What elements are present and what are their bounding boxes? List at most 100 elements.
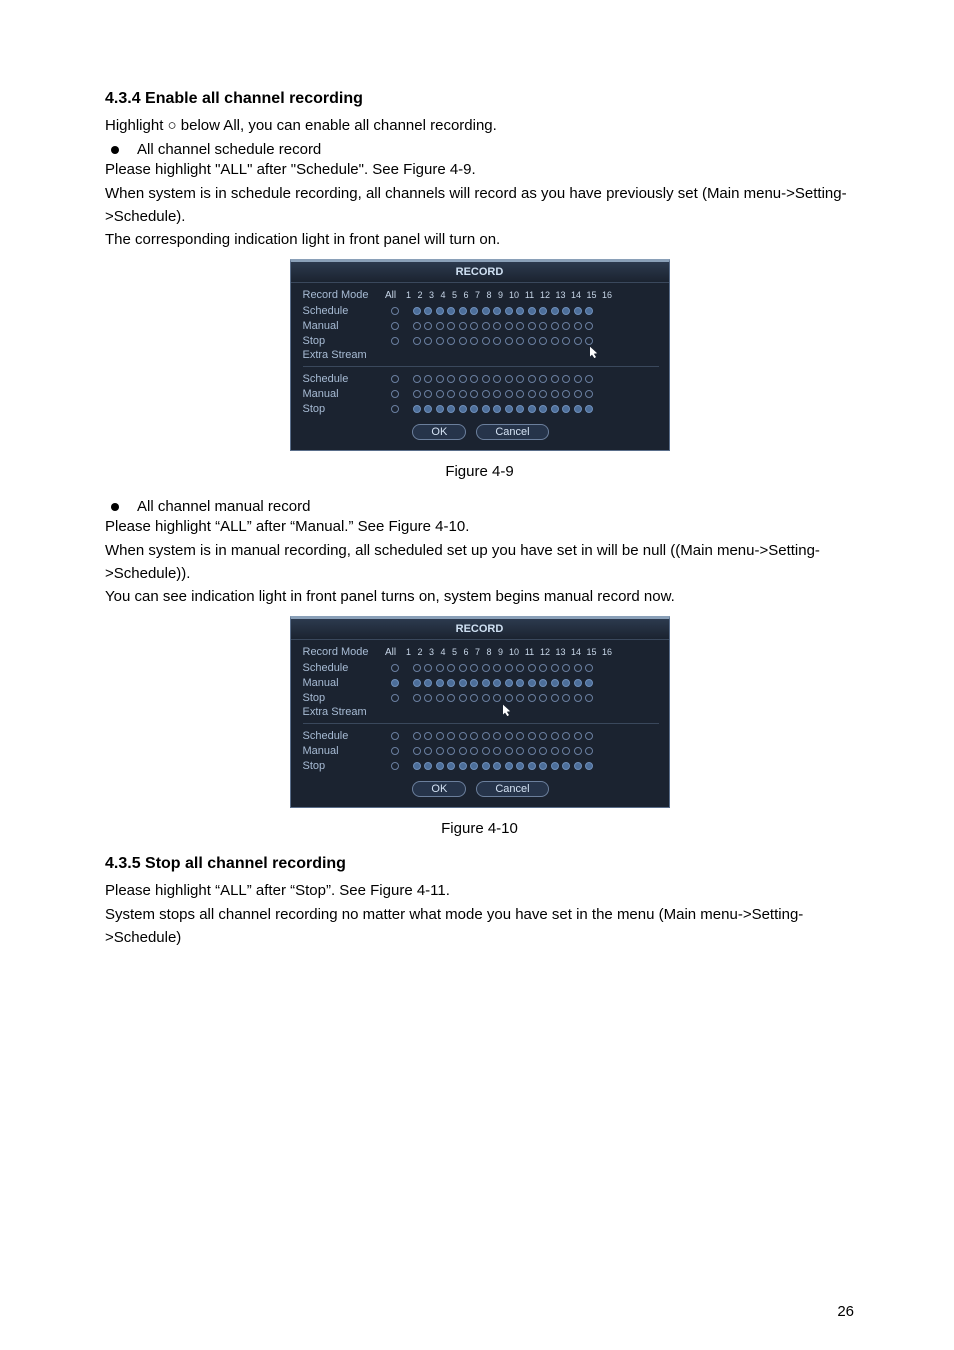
channel-radio[interactable] — [413, 747, 421, 755]
channel-radio[interactable] — [436, 307, 444, 315]
channel-radio[interactable] — [413, 337, 421, 345]
channel-radio[interactable] — [562, 322, 570, 330]
channel-radio[interactable] — [562, 375, 570, 383]
channel-radio[interactable] — [516, 405, 524, 413]
channel-radio[interactable] — [482, 405, 490, 413]
channel-radio[interactable] — [528, 390, 536, 398]
channel-radio[interactable] — [516, 664, 524, 672]
channel-radio[interactable] — [574, 679, 582, 687]
channel-radio[interactable] — [470, 405, 478, 413]
channel-radio[interactable] — [447, 405, 455, 413]
all-radio[interactable] — [391, 375, 399, 383]
channel-radio[interactable] — [574, 664, 582, 672]
channel-radio[interactable] — [562, 694, 570, 702]
channel-radio[interactable] — [528, 694, 536, 702]
channel-radio[interactable] — [516, 322, 524, 330]
channel-radio[interactable] — [470, 679, 478, 687]
channel-radio[interactable] — [585, 664, 593, 672]
channel-radio[interactable] — [482, 694, 490, 702]
channel-radio[interactable] — [413, 307, 421, 315]
channel-radio[interactable] — [574, 732, 582, 740]
channel-radio[interactable] — [436, 405, 444, 413]
channel-radio[interactable] — [482, 747, 490, 755]
channel-radio[interactable] — [413, 375, 421, 383]
channel-radio[interactable] — [516, 694, 524, 702]
channel-radio[interactable] — [574, 390, 582, 398]
channel-radio[interactable] — [470, 337, 478, 345]
channel-radio[interactable] — [551, 762, 559, 770]
channel-radio[interactable] — [551, 747, 559, 755]
channel-radio[interactable] — [482, 664, 490, 672]
channel-radio[interactable] — [551, 664, 559, 672]
channel-radio[interactable] — [551, 322, 559, 330]
channel-radio[interactable] — [574, 747, 582, 755]
channel-radio[interactable] — [585, 679, 593, 687]
channel-radio[interactable] — [459, 732, 467, 740]
channel-radio[interactable] — [482, 762, 490, 770]
all-radio[interactable] — [391, 747, 399, 755]
channel-radio[interactable] — [505, 322, 513, 330]
channel-radio[interactable] — [562, 390, 570, 398]
channel-radio[interactable] — [413, 390, 421, 398]
all-radio[interactable] — [391, 337, 399, 345]
channel-radio[interactable] — [574, 375, 582, 383]
channel-radio[interactable] — [528, 664, 536, 672]
cancel-button[interactable]: Cancel — [476, 781, 548, 797]
channel-radio[interactable] — [585, 405, 593, 413]
channel-radio[interactable] — [413, 762, 421, 770]
channel-radio[interactable] — [436, 732, 444, 740]
channel-radio[interactable] — [447, 762, 455, 770]
channel-radio[interactable] — [493, 747, 501, 755]
channel-radio[interactable] — [505, 694, 513, 702]
channel-radio[interactable] — [424, 694, 432, 702]
channel-radio[interactable] — [424, 732, 432, 740]
channel-radio[interactable] — [516, 375, 524, 383]
channel-radio[interactable] — [447, 664, 455, 672]
channel-radio[interactable] — [574, 307, 582, 315]
channel-radio[interactable] — [459, 375, 467, 383]
channel-radio[interactable] — [493, 405, 501, 413]
channel-radio[interactable] — [424, 337, 432, 345]
channel-radio[interactable] — [424, 322, 432, 330]
channel-radio[interactable] — [585, 390, 593, 398]
channel-radio[interactable] — [574, 405, 582, 413]
channel-radio[interactable] — [562, 664, 570, 672]
channel-radio[interactable] — [528, 322, 536, 330]
channel-radio[interactable] — [447, 375, 455, 383]
channel-radio[interactable] — [505, 732, 513, 740]
channel-radio[interactable] — [505, 679, 513, 687]
channel-radio[interactable] — [539, 390, 547, 398]
channel-radio[interactable] — [585, 747, 593, 755]
channel-radio[interactable] — [424, 405, 432, 413]
channel-radio[interactable] — [505, 307, 513, 315]
channel-radio[interactable] — [505, 337, 513, 345]
channel-radio[interactable] — [436, 694, 444, 702]
channel-radio[interactable] — [516, 679, 524, 687]
channel-radio[interactable] — [482, 322, 490, 330]
channel-radio[interactable] — [551, 694, 559, 702]
all-radio[interactable] — [391, 322, 399, 330]
channel-radio[interactable] — [413, 664, 421, 672]
channel-radio[interactable] — [539, 405, 547, 413]
channel-radio[interactable] — [528, 337, 536, 345]
channel-radio[interactable] — [482, 679, 490, 687]
channel-radio[interactable] — [436, 337, 444, 345]
channel-radio[interactable] — [551, 679, 559, 687]
channel-radio[interactable] — [585, 732, 593, 740]
all-radio[interactable] — [391, 762, 399, 770]
channel-radio[interactable] — [539, 694, 547, 702]
channel-radio[interactable] — [493, 694, 501, 702]
channel-radio[interactable] — [574, 337, 582, 345]
channel-radio[interactable] — [562, 405, 570, 413]
channel-radio[interactable] — [413, 405, 421, 413]
channel-radio[interactable] — [413, 322, 421, 330]
channel-radio[interactable] — [424, 747, 432, 755]
channel-radio[interactable] — [459, 762, 467, 770]
channel-radio[interactable] — [551, 375, 559, 383]
channel-radio[interactable] — [424, 762, 432, 770]
channel-radio[interactable] — [447, 747, 455, 755]
channel-radio[interactable] — [493, 375, 501, 383]
channel-radio[interactable] — [562, 679, 570, 687]
channel-radio[interactable] — [505, 747, 513, 755]
channel-radio[interactable] — [413, 679, 421, 687]
